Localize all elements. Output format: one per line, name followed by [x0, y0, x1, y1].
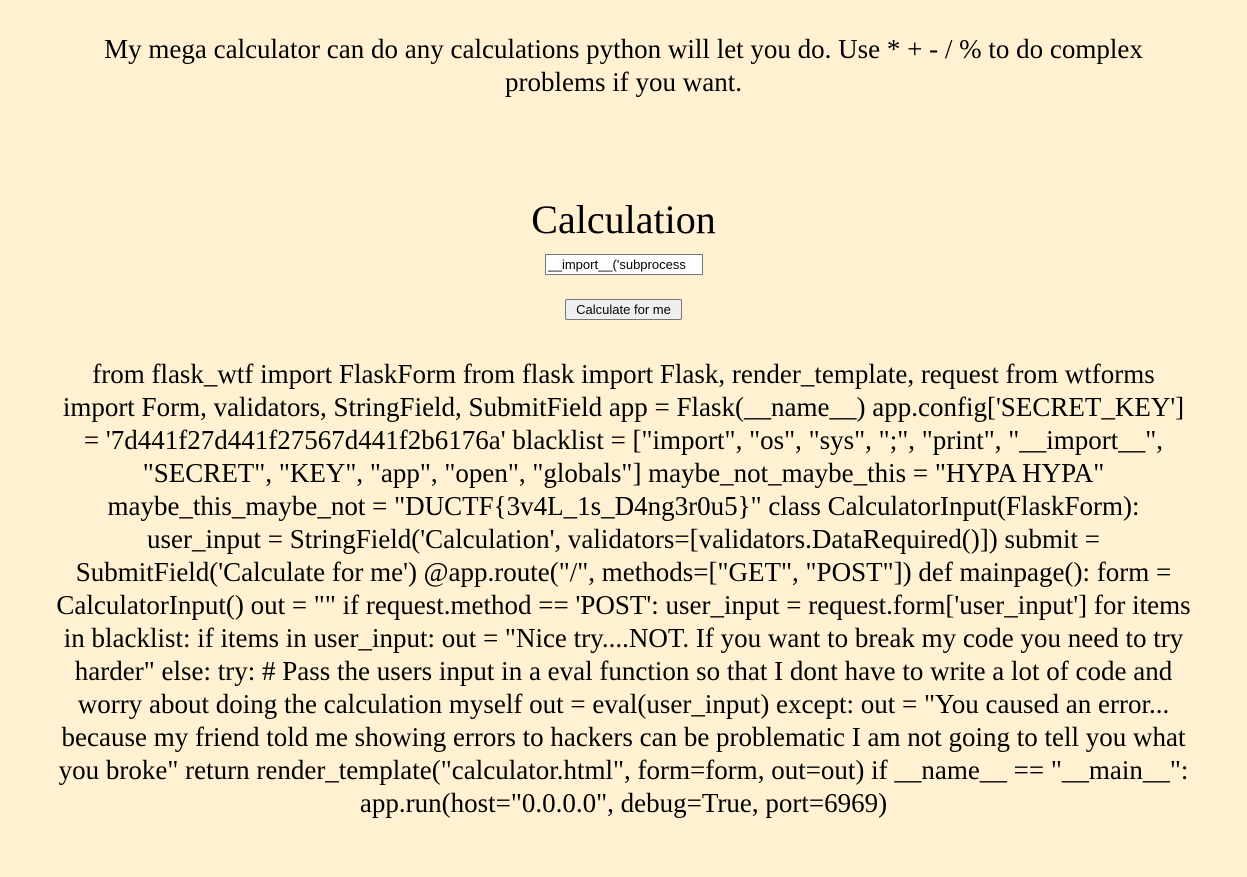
calculation-input[interactable] [544, 254, 703, 275]
calculator-form: Calculate for me [0, 254, 1247, 320]
output-text: from flask_wtf import FlaskForm from fla… [56, 359, 1191, 818]
calculate-button[interactable]: Calculate for me [565, 299, 682, 320]
calculation-heading: Calculation [531, 197, 716, 242]
intro-text: My mega calculator can do any calculatio… [104, 34, 1143, 97]
